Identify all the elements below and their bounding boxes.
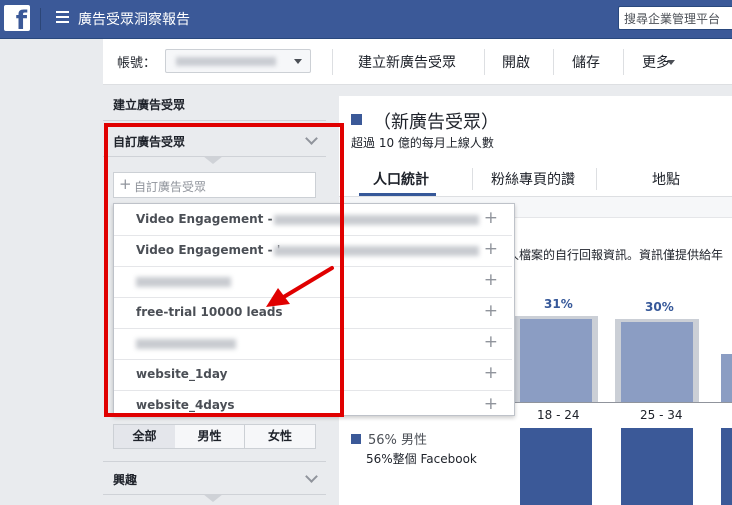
toolbar-divider (623, 49, 624, 75)
toolbar-divider (332, 49, 333, 75)
tab-page-likes[interactable]: 粉絲專頁的讚 (491, 169, 575, 189)
chevron-down-icon[interactable] (305, 470, 318, 483)
caret-down-icon (667, 60, 675, 65)
age-bar[interactable] (621, 321, 693, 402)
account-name-redacted (176, 57, 276, 66)
gender-female-button[interactable]: 女性 (245, 424, 316, 449)
tab-location[interactable]: 地點 (652, 169, 680, 189)
toolbar-divider (553, 49, 554, 75)
audience-subtitle: 超過 10 億的每月上線人數 (351, 136, 494, 150)
tab-divider (472, 168, 473, 190)
gender-male-button[interactable]: 男性 (175, 424, 245, 449)
age-bar-value-label: 31% (544, 297, 573, 311)
annotation-arrow-icon (266, 266, 334, 307)
save-button[interactable]: 儲存 (572, 52, 600, 72)
male-summary-sub: 56%整個 Facebook (366, 452, 477, 466)
age-bar-male[interactable] (520, 428, 592, 505)
hamburger-menu-icon[interactable] (56, 11, 69, 25)
age-bar[interactable] (520, 319, 592, 402)
audience-color-swatch (351, 114, 362, 125)
interests-heading[interactable]: 興趣 (113, 471, 137, 488)
account-label: 帳號： (117, 56, 157, 71)
tab-divider (596, 168, 597, 190)
tab-demographics[interactable]: 人口統計 (373, 169, 429, 189)
chart-baseline (507, 402, 732, 403)
add-plus-icon[interactable]: + (484, 302, 498, 320)
gender-all-button[interactable]: 全部 (113, 424, 176, 449)
facebook-logo-icon[interactable]: f (4, 5, 30, 34)
male-summary: 56% 男性 (368, 433, 428, 448)
age-bar-value-label: 30% (645, 299, 674, 314)
create-audience-heading: 建立廣告受眾 (113, 98, 186, 112)
add-plus-icon[interactable]: + (484, 333, 498, 351)
toolbar: 帳號： 建立新廣告受眾 開啟 儲存 更多 (103, 39, 732, 85)
top-bar: f 廣告受眾洞察報告 搜尋企業管理平台 (0, 0, 732, 39)
divider (103, 461, 326, 462)
section-notch (203, 494, 223, 502)
age-bar-partial (721, 354, 732, 402)
more-button[interactable]: 更多 (642, 52, 670, 72)
add-plus-icon[interactable]: + (484, 364, 498, 382)
demographics-note: 人檔案的自行回報資訊。資訊僅提供給年 (507, 248, 724, 262)
business-manager-search-input[interactable]: 搜尋企業管理平台 (618, 6, 732, 30)
add-plus-icon[interactable]: + (484, 395, 498, 413)
male-color-swatch (351, 434, 361, 444)
age-bar-male[interactable] (621, 428, 693, 505)
audience-title: （新廣告受眾） (373, 112, 499, 133)
caret-down-icon (294, 59, 302, 64)
top-bar-divider (40, 8, 41, 30)
add-plus-icon[interactable]: + (484, 271, 498, 289)
app-title: 廣告受眾洞察報告 (78, 12, 190, 28)
account-select[interactable] (165, 49, 311, 73)
add-plus-icon[interactable]: + (484, 209, 498, 227)
toolbar-divider (484, 49, 485, 75)
divider (103, 120, 326, 121)
age-bar-male-partial (721, 428, 732, 505)
create-audience-button[interactable]: 建立新廣告受眾 (358, 52, 456, 72)
age-category-label: 18 - 24 (537, 408, 580, 422)
open-button[interactable]: 開啟 (502, 52, 530, 72)
age-category-label: 25 - 34 (640, 408, 683, 422)
add-plus-icon[interactable]: + (484, 240, 498, 258)
